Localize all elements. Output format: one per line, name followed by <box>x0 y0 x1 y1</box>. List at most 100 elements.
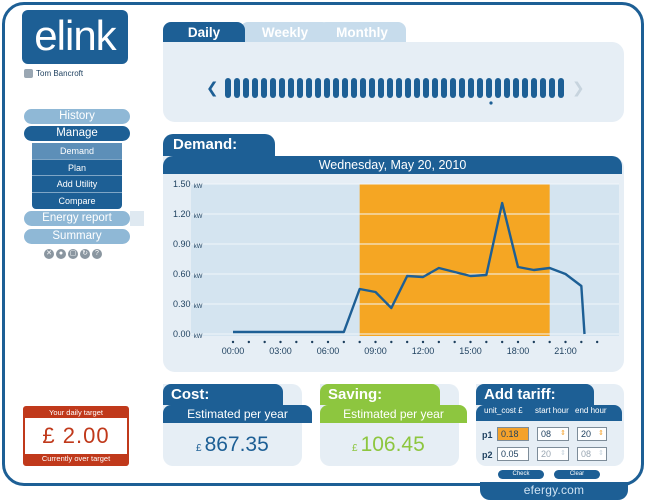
timeline-bar[interactable] <box>252 78 258 98</box>
tariff-col-unit-cost: unit_cost £ <box>484 406 523 415</box>
y-tick-label: 1.20 <box>173 209 191 219</box>
timeline-bar[interactable] <box>468 78 474 98</box>
timeline-bar[interactable] <box>531 78 537 98</box>
y-unit-label: kW <box>194 334 203 340</box>
timeline-bar[interactable] <box>360 78 366 98</box>
refresh-icon[interactable]: ↻ <box>80 249 90 259</box>
tab-monthly[interactable]: Monthly <box>318 22 406 42</box>
x-tick-dot <box>437 340 441 344</box>
timeline-bar[interactable] <box>504 78 510 98</box>
timeline-bar[interactable] <box>261 78 267 98</box>
timeline-bar[interactable] <box>351 78 357 98</box>
chevron-left-icon[interactable]: ❮ <box>206 79 219 97</box>
p2-end-hour-select[interactable]: 08 ⇕ <box>577 447 607 461</box>
efergy-footer-tab[interactable]: efergy.com <box>480 482 628 500</box>
y-tick-label: 0.00 <box>173 329 191 339</box>
timeline-bar[interactable] <box>369 78 375 98</box>
timeline-bar[interactable] <box>486 78 492 98</box>
spinner-icon[interactable]: ⇕ <box>598 428 604 440</box>
x-tick-dot <box>485 340 488 344</box>
subnav-compare[interactable]: Compare <box>32 193 122 210</box>
stop-icon[interactable]: ● <box>56 249 66 259</box>
day-timeline[interactable] <box>225 76 565 106</box>
timeline-bar[interactable] <box>306 78 312 98</box>
x-tick-dot <box>279 340 282 344</box>
timeline-bar[interactable] <box>234 78 240 98</box>
timeline-bar[interactable] <box>477 78 483 98</box>
spinner-icon[interactable]: ⇕ <box>560 448 566 460</box>
timeline-bar[interactable] <box>297 78 303 98</box>
nav-energy-report-indicator <box>130 211 144 226</box>
subnav-demand[interactable]: Demand <box>32 143 122 160</box>
tab-daily[interactable]: Daily <box>163 22 245 42</box>
timeline-bar[interactable] <box>540 78 546 98</box>
x-tick-dot <box>532 340 536 344</box>
p2-unit-cost-input[interactable]: 0.05 <box>497 447 529 461</box>
timeline-bar[interactable] <box>459 78 465 98</box>
timeline-bar[interactable] <box>270 78 276 98</box>
timeline-bar[interactable] <box>432 78 438 98</box>
timeline-bar[interactable] <box>414 78 420 98</box>
help-icon[interactable]: ? <box>92 249 102 259</box>
nav-summary[interactable]: Summary <box>24 229 130 244</box>
check-button[interactable]: Check <box>498 470 544 479</box>
timeline-bar[interactable] <box>450 78 456 98</box>
timeline-bar[interactable] <box>279 78 285 98</box>
x-tick-dot <box>342 340 346 344</box>
p1-end-hour-select[interactable]: 20 ⇕ <box>577 427 607 441</box>
saving-amount: 106.45 <box>360 433 425 456</box>
tab-weekly[interactable]: Weekly <box>240 22 330 42</box>
nav-energy-report[interactable]: Energy report <box>24 211 130 226</box>
x-tick-dot <box>247 340 251 344</box>
timeline-bar[interactable] <box>423 78 429 98</box>
timeline-bar[interactable] <box>333 78 339 98</box>
nav-manage[interactable]: Manage <box>24 126 130 141</box>
timeline-bar[interactable] <box>225 78 231 98</box>
timeline-bar[interactable] <box>243 78 249 98</box>
cost-currency: £ <box>196 443 202 454</box>
timeline-bar[interactable] <box>342 78 348 98</box>
close-icon[interactable]: ✕ <box>44 249 54 259</box>
p1-unit-cost-input[interactable]: 0.18 <box>497 427 529 441</box>
x-tick-dot <box>564 340 567 344</box>
clear-button[interactable]: Clear <box>554 470 600 479</box>
timeline-bar[interactable] <box>495 78 501 98</box>
timeline-bar[interactable] <box>441 78 447 98</box>
user-info: Tom Bancroft <box>24 69 83 78</box>
spinner-icon[interactable]: ⇕ <box>598 448 604 460</box>
y-unit-label: kW <box>194 244 203 250</box>
timeline-bar[interactable] <box>558 78 564 98</box>
timeline-bar[interactable] <box>405 78 411 98</box>
x-tick-dot <box>421 340 425 344</box>
nav-history[interactable]: History <box>24 109 130 124</box>
p2-start-hour-select[interactable]: 20 ⇕ <box>537 447 569 461</box>
x-tick-label: 06:00 <box>317 346 340 356</box>
timeline-bar[interactable] <box>315 78 321 98</box>
tariff-row-p1-label: p1 <box>482 430 493 440</box>
timeline-bar[interactable] <box>549 78 555 98</box>
x-tick-dot <box>469 340 472 344</box>
y-unit-label: kW <box>194 214 203 220</box>
subnav-plan[interactable]: Plan <box>32 160 122 176</box>
spinner-icon[interactable]: ⇕ <box>560 428 566 440</box>
timeline-bar[interactable] <box>378 78 384 98</box>
window-icon[interactable]: ▢ <box>68 249 78 259</box>
x-tick-dot <box>548 340 551 344</box>
p2-start-value: 20 <box>541 449 552 459</box>
p1-start-hour-select[interactable]: 08 ⇕ <box>537 427 569 441</box>
timeline-bar[interactable] <box>396 78 402 98</box>
timeline-bar[interactable] <box>513 78 519 98</box>
y-tick-label: 0.90 <box>173 239 191 249</box>
chevron-right-icon[interactable]: ❯ <box>572 79 585 97</box>
timeline-bar[interactable] <box>522 78 528 98</box>
x-tick-label: 09:00 <box>364 346 387 356</box>
p2-end-value: 08 <box>581 449 592 459</box>
subnav-add-utility[interactable]: Add Utility <box>32 176 122 193</box>
timeline-bar[interactable] <box>288 78 294 98</box>
demand-chart: 0.00 kW0.30 kW0.60 kW0.90 kW1.20 kW1.50 kW00:0… <box>173 179 619 356</box>
saving-value: £106.45 <box>352 433 425 457</box>
x-tick-dot <box>295 340 298 344</box>
timeline-bar[interactable] <box>387 78 393 98</box>
x-tick-dot <box>595 340 599 344</box>
timeline-bar[interactable] <box>324 78 330 98</box>
